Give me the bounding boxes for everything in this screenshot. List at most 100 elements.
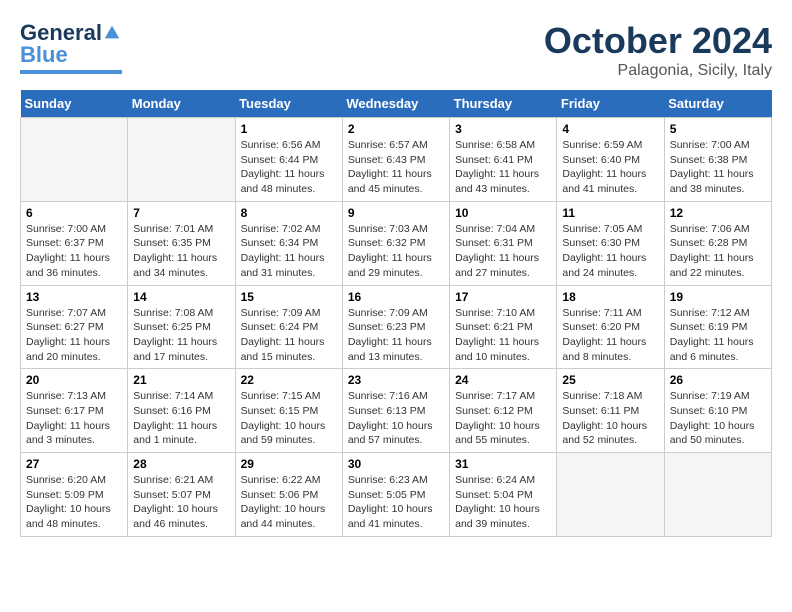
day-cell [128,118,235,202]
day-cell [664,453,771,537]
day-cell: 15 Sunrise: 7:09 AMSunset: 6:24 PMDayligh… [235,285,342,369]
logo-underline [20,70,122,74]
day-cell: 13Sunrise: 7:07 AMSunset: 6:27 PMDayligh… [21,285,128,369]
day-detail: Sunrise: 7:15 AMSunset: 6:15 PMDaylight:… [241,389,337,448]
day-cell [557,453,664,537]
day-number: 25 [562,373,658,387]
logo-icon [103,24,121,42]
day-detail: Sunrise: 7:13 AMSunset: 6:17 PMDaylight:… [26,389,122,448]
day-detail: Sunrise: 7:16 AMSunset: 6:13 PMDaylight:… [348,389,444,448]
day-cell: 8 Sunrise: 7:02 AMSunset: 6:34 PMDaylight… [235,201,342,285]
day-cell: 1 Sunrise: 6:56 AMSunset: 6:44 PMDaylight… [235,118,342,202]
day-detail: Sunrise: 7:14 AMSunset: 6:16 PMDaylight:… [133,389,229,448]
day-detail: Sunrise: 7:11 AMSunset: 6:20 PMDaylight:… [562,306,658,365]
day-number: 19 [670,290,766,304]
week-row-2: 6 Sunrise: 7:00 AMSunset: 6:37 PMDaylight… [21,201,772,285]
day-number: 21 [133,373,229,387]
day-cell: 21 Sunrise: 7:14 AMSunset: 6:16 PMDayligh… [128,369,235,453]
day-number: 11 [562,206,658,220]
col-header-monday: Monday [128,90,235,118]
day-number: 9 [348,206,444,220]
day-detail: Sunrise: 7:00 AMSunset: 6:37 PMDaylight:… [26,222,122,281]
day-cell: 29Sunrise: 6:22 AMSunset: 5:06 PMDayligh… [235,453,342,537]
day-cell: 25 Sunrise: 7:18 AMSunset: 6:11 PMDayligh… [557,369,664,453]
day-number: 31 [455,457,551,471]
day-detail: Sunrise: 7:00 AMSunset: 6:38 PMDaylight:… [670,138,766,197]
day-number: 2 [348,122,444,136]
day-detail: Sunrise: 6:23 AMSunset: 5:05 PMDaylight:… [348,473,444,532]
col-header-saturday: Saturday [664,90,771,118]
day-number: 3 [455,122,551,136]
day-cell: 17 Sunrise: 7:10 AMSunset: 6:21 PMDayligh… [450,285,557,369]
day-number: 1 [241,122,337,136]
day-cell: 30Sunrise: 6:23 AMSunset: 5:05 PMDayligh… [342,453,449,537]
day-number: 18 [562,290,658,304]
day-detail: Sunrise: 6:20 AMSunset: 5:09 PMDaylight:… [26,473,122,532]
week-row-1: 1 Sunrise: 6:56 AMSunset: 6:44 PMDaylight… [21,118,772,202]
day-number: 22 [241,373,337,387]
day-number: 7 [133,206,229,220]
day-cell: 20 Sunrise: 7:13 AMSunset: 6:17 PMDayligh… [21,369,128,453]
day-detail: Sunrise: 6:21 AMSunset: 5:07 PMDaylight:… [133,473,229,532]
week-row-3: 13Sunrise: 7:07 AMSunset: 6:27 PMDayligh… [21,285,772,369]
day-cell: 24Sunrise: 7:17 AMSunset: 6:12 PMDayligh… [450,369,557,453]
day-detail: Sunrise: 7:01 AMSunset: 6:35 PMDaylight:… [133,222,229,281]
day-cell: 14Sunrise: 7:08 AMSunset: 6:25 PMDayligh… [128,285,235,369]
header-row: SundayMondayTuesdayWednesdayThursdayFrid… [21,90,772,118]
day-detail: Sunrise: 7:02 AMSunset: 6:34 PMDaylight:… [241,222,337,281]
day-cell: 16Sunrise: 7:09 AMSunset: 6:23 PMDayligh… [342,285,449,369]
day-number: 6 [26,206,122,220]
col-header-thursday: Thursday [450,90,557,118]
day-number: 28 [133,457,229,471]
day-detail: Sunrise: 6:57 AMSunset: 6:43 PMDaylight:… [348,138,444,197]
calendar-table: SundayMondayTuesdayWednesdayThursdayFrid… [20,90,772,537]
day-detail: Sunrise: 7:18 AMSunset: 6:11 PMDaylight:… [562,389,658,448]
day-detail: Sunrise: 7:10 AMSunset: 6:21 PMDaylight:… [455,306,551,365]
day-cell: 9 Sunrise: 7:03 AMSunset: 6:32 PMDaylight… [342,201,449,285]
logo: General Blue [20,20,122,74]
week-row-4: 20 Sunrise: 7:13 AMSunset: 6:17 PMDayligh… [21,369,772,453]
week-row-5: 27Sunrise: 6:20 AMSunset: 5:09 PMDayligh… [21,453,772,537]
day-number: 20 [26,373,122,387]
day-cell [21,118,128,202]
day-number: 17 [455,290,551,304]
day-detail: Sunrise: 7:09 AMSunset: 6:23 PMDaylight:… [348,306,444,365]
day-detail: Sunrise: 6:56 AMSunset: 6:44 PMDaylight:… [241,138,337,197]
day-detail: Sunrise: 7:12 AMSunset: 6:19 PMDaylight:… [670,306,766,365]
day-cell: 11 Sunrise: 7:05 AMSunset: 6:30 PMDayligh… [557,201,664,285]
col-header-friday: Friday [557,90,664,118]
title-section: October 2024 Palagonia, Sicily, Italy [544,20,772,80]
day-detail: Sunrise: 7:06 AMSunset: 6:28 PMDaylight:… [670,222,766,281]
day-cell: 4Sunrise: 6:59 AMSunset: 6:40 PMDaylight… [557,118,664,202]
page-header: General Blue October 2024 Palagonia, Sic… [20,20,772,80]
col-header-tuesday: Tuesday [235,90,342,118]
day-number: 8 [241,206,337,220]
day-detail: Sunrise: 6:59 AMSunset: 6:40 PMDaylight:… [562,138,658,197]
day-cell: 26 Sunrise: 7:19 AMSunset: 6:10 PMDayligh… [664,369,771,453]
day-detail: Sunrise: 7:04 AMSunset: 6:31 PMDaylight:… [455,222,551,281]
day-detail: Sunrise: 6:24 AMSunset: 5:04 PMDaylight:… [455,473,551,532]
day-cell: 31 Sunrise: 6:24 AMSunset: 5:04 PMDayligh… [450,453,557,537]
day-number: 15 [241,290,337,304]
day-cell: 12Sunrise: 7:06 AMSunset: 6:28 PMDayligh… [664,201,771,285]
col-header-sunday: Sunday [21,90,128,118]
col-header-wednesday: Wednesday [342,90,449,118]
day-cell: 5Sunrise: 7:00 AMSunset: 6:38 PMDaylight… [664,118,771,202]
day-detail: Sunrise: 7:09 AMSunset: 6:24 PMDaylight:… [241,306,337,365]
day-number: 29 [241,457,337,471]
month-title: October 2024 [544,20,772,62]
day-cell: 23 Sunrise: 7:16 AMSunset: 6:13 PMDayligh… [342,369,449,453]
day-cell: 18 Sunrise: 7:11 AMSunset: 6:20 PMDayligh… [557,285,664,369]
day-detail: Sunrise: 7:19 AMSunset: 6:10 PMDaylight:… [670,389,766,448]
logo-blue: Blue [20,42,68,68]
day-number: 10 [455,206,551,220]
day-detail: Sunrise: 7:05 AMSunset: 6:30 PMDaylight:… [562,222,658,281]
day-cell: 7 Sunrise: 7:01 AMSunset: 6:35 PMDaylight… [128,201,235,285]
day-cell: 28 Sunrise: 6:21 AMSunset: 5:07 PMDayligh… [128,453,235,537]
day-number: 23 [348,373,444,387]
day-cell: 19 Sunrise: 7:12 AMSunset: 6:19 PMDayligh… [664,285,771,369]
day-detail: Sunrise: 7:08 AMSunset: 6:25 PMDaylight:… [133,306,229,365]
day-number: 26 [670,373,766,387]
day-detail: Sunrise: 7:03 AMSunset: 6:32 PMDaylight:… [348,222,444,281]
day-detail: Sunrise: 7:07 AMSunset: 6:27 PMDaylight:… [26,306,122,365]
